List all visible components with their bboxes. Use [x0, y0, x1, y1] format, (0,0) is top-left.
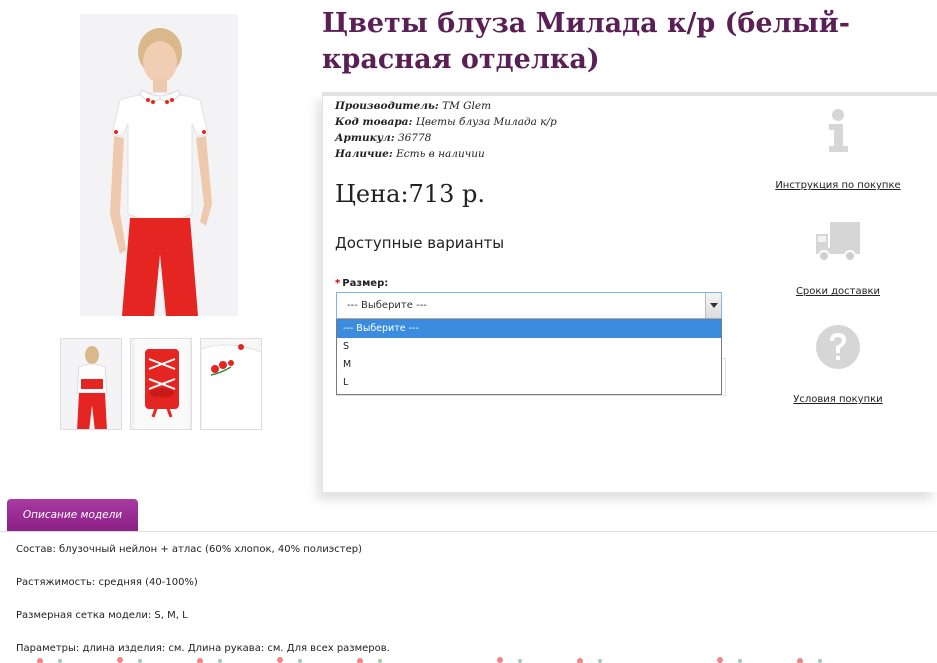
variants-heading: Доступные варианты	[335, 234, 505, 252]
thumbnail-2[interactable]	[130, 338, 192, 430]
product-meta: Производитель: TM Glem Код товара: Цветы…	[335, 98, 557, 162]
product-main-photo[interactable]	[80, 14, 238, 316]
size-option-l[interactable]: L	[337, 374, 721, 392]
thumbnail-1[interactable]	[60, 338, 122, 430]
desc-key: Параметры:	[16, 643, 80, 654]
desc-row-stretch: Растяжимость: средняя (40-100%)	[16, 577, 390, 610]
tab-divider	[0, 531, 937, 532]
meta-row-availability: Наличие: Есть в наличии	[335, 146, 557, 162]
meta-row-manufacturer: Производитель: TM Glem	[335, 98, 557, 114]
side-item-terms: Условия покупки	[763, 324, 913, 405]
meta-label: Код товара:	[335, 116, 413, 128]
meta-value: Цветы блуза Милада к/р	[415, 116, 557, 128]
desc-value: S, M, L	[151, 610, 188, 621]
side-item-instructions: Инструкция по покупке	[763, 108, 913, 191]
instructions-link[interactable]: Инструкция по покупке	[763, 180, 913, 191]
meta-value: Есть в наличии	[396, 148, 485, 160]
desc-key: Растяжимость:	[16, 577, 96, 588]
question-icon	[816, 325, 860, 369]
terms-link[interactable]: Условия покупки	[763, 394, 913, 405]
meta-value: TM Glem	[442, 100, 492, 112]
thumbnail-3[interactable]	[200, 338, 262, 430]
delivery-link[interactable]: Сроки доставки	[763, 286, 913, 297]
required-mark: *	[335, 278, 341, 289]
desc-row-sizes: Размерная сетка модели: S, M, L	[16, 610, 390, 643]
tab-model-description[interactable]: Описание модели	[7, 499, 138, 532]
info-icon	[829, 109, 848, 152]
model-description: Состав: блузочный нейлон + атлас (60% хл…	[16, 544, 390, 663]
desc-value: длина изделия: см. Длина рукава: см. Для…	[79, 643, 390, 654]
product-info-panel: Производитель: TM Glem Код товара: Цветы…	[322, 92, 937, 492]
desc-value: средняя (40-100%)	[95, 577, 198, 588]
size-dropdown-list: --- Выберите --- S M L	[336, 319, 722, 395]
desc-key: Состав:	[16, 544, 56, 555]
size-option-s[interactable]: S	[337, 338, 721, 356]
meta-label: Производитель:	[335, 100, 439, 112]
meta-value: 36778	[397, 132, 432, 144]
chevron-down-icon[interactable]	[705, 293, 721, 318]
size-option-placeholder[interactable]: --- Выберите ---	[337, 320, 721, 338]
meta-row-code: Код товара: Цветы блуза Милада к/р	[335, 114, 557, 130]
product-price: Цена:713 р.	[335, 180, 485, 208]
side-item-delivery: Сроки доставки	[763, 220, 913, 297]
size-label: * Размер:	[335, 278, 388, 289]
floral-border-decoration	[37, 657, 822, 663]
product-title: Цветы блуза Милада к/р (белый-красная от…	[322, 8, 850, 75]
size-option-m[interactable]: M	[337, 356, 721, 374]
size-select[interactable]: --- Выберите ---	[336, 292, 722, 319]
thumbnail-strip	[60, 338, 262, 430]
meta-label: Артикул:	[335, 132, 395, 144]
meta-label: Наличие:	[335, 148, 393, 160]
desc-row-composition: Состав: блузочный нейлон + атлас (60% хл…	[16, 544, 390, 577]
desc-key: Размерная сетка модели:	[16, 610, 152, 621]
size-label-text: Размер:	[342, 278, 389, 289]
truck-icon	[816, 222, 860, 262]
size-select-value: --- Выберите ---	[347, 300, 427, 311]
meta-row-article: Артикул: 36778	[335, 130, 557, 146]
desc-value: блузочный нейлон + атлас (60% хлопок, 40…	[55, 544, 363, 555]
